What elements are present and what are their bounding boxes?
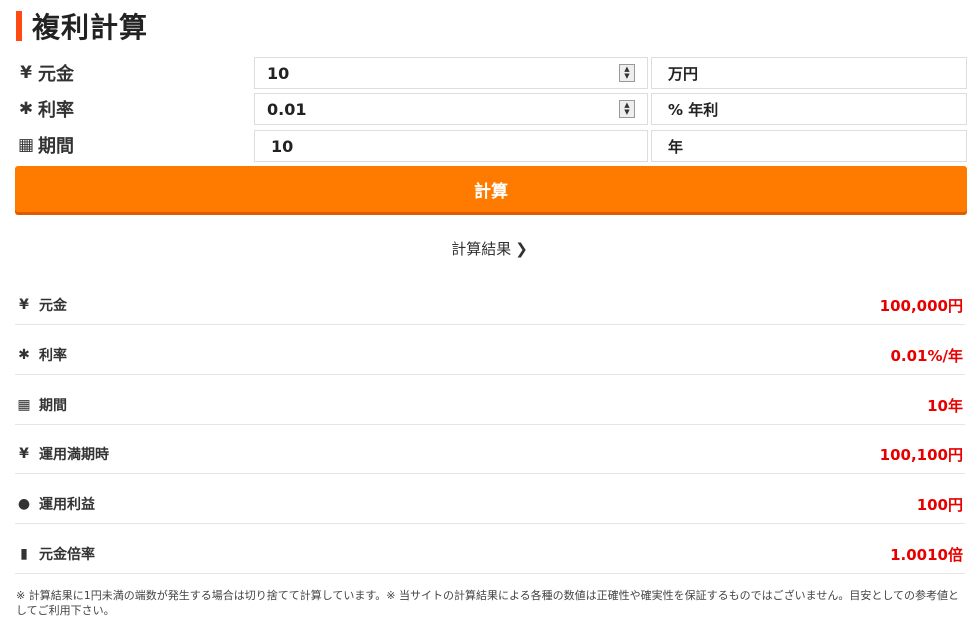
page-title: 複利計算: [16, 8, 148, 44]
rate-unit: % 年利: [651, 93, 967, 125]
rate-label: ✱ 利率: [16, 92, 74, 126]
disclaimer-note: ※ 計算結果に1円未満の端数が発生する場合は切り捨てて計算しています。※ 当サイ…: [16, 589, 959, 617]
result-label: 運用利益: [39, 497, 95, 513]
yen-icon: ¥: [19, 297, 29, 313]
result-row-profit: ● 運用利益 100円: [15, 485, 965, 524]
rate-stepper[interactable]: ▲ ▼: [619, 100, 635, 118]
title-accent-bar: [16, 11, 22, 41]
asterisk-icon: ✱: [18, 347, 30, 363]
result-label: 運用満期時: [39, 447, 109, 463]
calendar-icon: ▦: [17, 397, 31, 413]
result-label: 元金: [39, 298, 67, 314]
result-label: 利率: [39, 348, 67, 364]
result-value: 100円: [916, 495, 963, 514]
period-row: ▦ 期間 10 年: [14, 128, 967, 162]
principal-input[interactable]: 10 ▲ ▼: [254, 57, 648, 89]
period-label-text: 期間: [38, 136, 74, 157]
principal-input-value: 10: [267, 63, 290, 83]
results-header[interactable]: 計算結果 ❯: [0, 238, 979, 259]
result-row-rate: ✱ 利率 0.01%/年: [15, 336, 965, 375]
rate-label-text: 利率: [38, 100, 74, 121]
rate-input-value: 0.01: [267, 99, 307, 119]
yen-icon: ¥: [20, 63, 32, 83]
yen-icon: ¥: [19, 446, 29, 462]
result-row-maturity: ¥ 運用満期時 100,100円: [15, 435, 965, 474]
result-value: 1.0010倍: [890, 545, 963, 564]
chevron-down-icon: ❯: [515, 240, 528, 258]
period-input-value: 10: [271, 136, 294, 156]
rate-input[interactable]: 0.01 ▲ ▼: [254, 93, 648, 125]
period-unit: 年: [651, 130, 967, 162]
piggy-bank-icon: ●: [17, 496, 31, 512]
result-value: 100,100円: [879, 445, 963, 464]
page-title-text: 複利計算: [32, 11, 149, 44]
calculate-button[interactable]: 計算: [15, 166, 967, 212]
result-value: 10年: [927, 396, 963, 415]
calendar-icon: ▦: [17, 135, 35, 155]
result-row-period: ▦ 期間 10年: [15, 386, 965, 425]
principal-label: ¥ 元金: [16, 56, 74, 90]
result-label: 元金倍率: [39, 547, 95, 563]
period-input[interactable]: 10: [254, 130, 648, 162]
rate-row: ✱ 利率 0.01 ▲ ▼ % 年利: [14, 92, 967, 126]
result-value: 0.01%/年: [890, 346, 963, 365]
results-header-text: 計算結果: [451, 240, 512, 258]
asterisk-icon: ✱: [18, 99, 34, 119]
principal-stepper[interactable]: ▲ ▼: [619, 64, 635, 82]
result-label: 期間: [39, 398, 67, 414]
result-value: 100,000円: [879, 296, 963, 315]
result-row-multiplier: ▮ 元金倍率 1.0010倍: [15, 535, 965, 574]
result-row-principal: ¥ 元金 100,000円: [15, 286, 965, 325]
principal-row: ¥ 元金 10 ▲ ▼ 万円: [14, 56, 967, 90]
principal-unit: 万円: [651, 57, 967, 89]
principal-label-text: 元金: [38, 64, 74, 85]
bar-chart-icon: ▮: [20, 546, 28, 562]
period-label: ▦ 期間: [16, 128, 74, 162]
